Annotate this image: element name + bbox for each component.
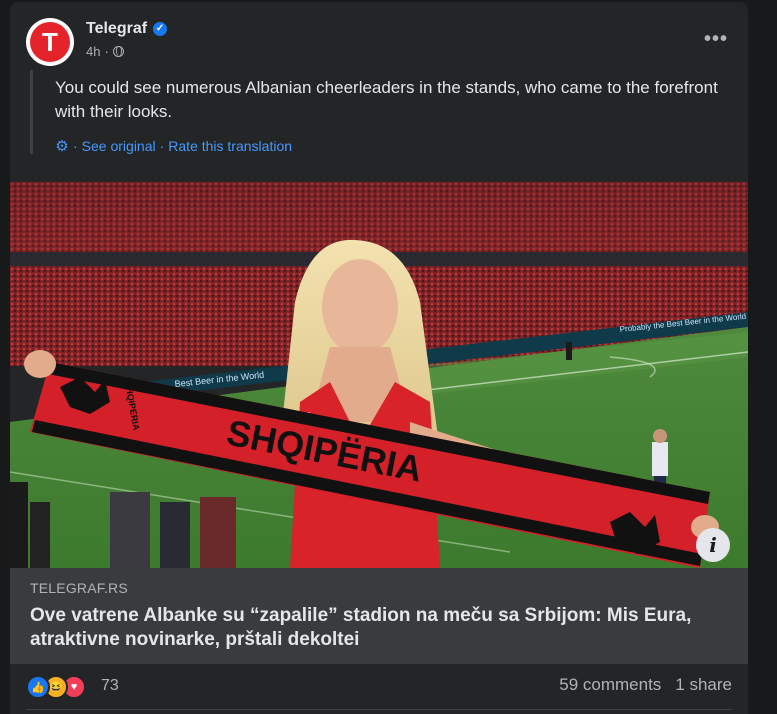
gear-icon: ⚙ [55,138,69,155]
translation-separator: · [73,138,78,154]
link-domain: TELEGRAF.RS [30,580,128,596]
engagement-stats: 59 comments 1 share [559,675,732,695]
globe-icon[interactable] [112,46,124,57]
post-meta: 4h · [86,44,124,59]
info-icon[interactable]: i [696,528,730,562]
post-text: You could see numerous Albanian cheerlea… [55,78,718,121]
verified-icon: ✓ [153,22,168,36]
page-name: Telegraf [86,20,148,37]
see-original-link[interactable]: See original [82,138,156,154]
translation-dot: · [159,138,165,154]
post-header: T Telegraf ✓ 4h · ••• [26,18,732,70]
link-title: Ove vatrene Albanke su “zapalile” stadio… [30,605,692,650]
page-name-link[interactable]: Telegraf ✓ [86,20,168,38]
post-image[interactable]: Best Beer in the World Probably the Best… [10,182,748,568]
avatar[interactable]: T [26,18,74,66]
comments-count[interactable]: 59 comments [559,675,661,695]
post-time[interactable]: 4h [86,44,100,59]
reaction-icons[interactable]: 👍 😆 ♥ [26,675,86,699]
shares-count[interactable]: 1 share [675,675,732,695]
reactions-bar: 👍 😆 ♥ 73 59 comments 1 share [26,668,732,704]
rate-translation-link[interactable]: Rate this translation [168,138,292,154]
more-options-button[interactable]: ••• [700,29,732,54]
link-preview[interactable]: TELEGRAF.RS Ove vatrene Albanke su “zapa… [10,568,748,664]
like-icon: 👍 [26,675,50,699]
reaction-count[interactable]: 73 [101,677,119,695]
stadium-photo: Best Beer in the World Probably the Best… [10,182,748,568]
post-card: T Telegraf ✓ 4h · ••• You could see nume… [10,2,748,714]
translation-links: ⚙ · See original · Rate this translation [55,138,741,155]
telegraf-logo: T [30,22,70,62]
translated-text-block: You could see numerous Albanian cheerlea… [30,70,741,155]
divider [26,709,732,710]
meta-dot: · [104,44,109,59]
